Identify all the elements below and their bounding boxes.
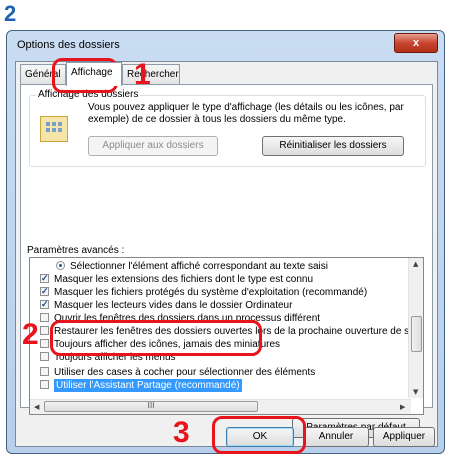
cancel-button[interactable]: Annuler bbox=[303, 427, 369, 447]
view-tab-panel: Affichage des dossiers Vous pouvez appli… bbox=[20, 84, 433, 415]
close-button[interactable]: x bbox=[394, 33, 438, 53]
callout-number-3: 3 bbox=[173, 416, 190, 449]
list-item-label: Sélectionner l'élément affiché correspon… bbox=[70, 261, 328, 272]
list-item-label: Toujours afficher les menus bbox=[54, 352, 176, 363]
step-number: 2 bbox=[4, 1, 17, 26]
folder-views-description: Vous pouvez appliquer le type d'affichag… bbox=[88, 102, 404, 125]
scroll-up-icon[interactable]: ▲ bbox=[413, 260, 418, 268]
scroll-down-icon[interactable]: ▼ bbox=[413, 388, 418, 396]
folder-views-group: Affichage des dossiers Vous pouvez appli… bbox=[29, 89, 426, 167]
checkbox[interactable] bbox=[40, 339, 49, 348]
list-item-label: Masquer les fichiers protégés du système… bbox=[54, 287, 368, 298]
reset-folders-button[interactable]: Réinitialiser les dossiers bbox=[262, 136, 404, 156]
advanced-settings-list[interactable]: Sélectionner l'élément affiché correspon… bbox=[29, 257, 424, 415]
apply-to-folders-button[interactable]: Appliquer aux dossiers bbox=[88, 136, 218, 156]
tab-general[interactable]: Général bbox=[20, 64, 66, 84]
vertical-scrollbar[interactable]: ▲ ▼ bbox=[408, 258, 423, 398]
checkbox[interactable] bbox=[40, 380, 49, 389]
checkbox[interactable] bbox=[40, 326, 49, 335]
radio-button[interactable] bbox=[56, 261, 65, 270]
checkbox-checked[interactable]: ✓ bbox=[40, 274, 49, 283]
callout-number-1: 1 bbox=[134, 58, 151, 91]
scroll-right-icon[interactable]: ▶ bbox=[400, 403, 405, 411]
horizontal-scrollbar[interactable]: ◀ III ▶ bbox=[30, 399, 411, 414]
dialog-title: Options des dossiers bbox=[17, 39, 120, 51]
list-item-label: Restaurer les fenêtres des dossiers ouve… bbox=[54, 326, 415, 337]
checkbox[interactable] bbox=[40, 313, 49, 322]
vertical-scroll-thumb[interactable] bbox=[411, 316, 422, 352]
list-item-label: Ouvrir les fenêtres des dossiers dans un… bbox=[54, 313, 321, 324]
tab-view[interactable]: Affichage bbox=[66, 62, 122, 86]
apply-button[interactable]: Appliquer bbox=[373, 427, 435, 447]
ok-button[interactable]: OK bbox=[226, 427, 294, 447]
advanced-settings-label: Paramètres avancés : bbox=[27, 245, 125, 256]
dialog-client-area: Général Affichage Rechercher Affichage d… bbox=[15, 61, 438, 447]
scroll-left-icon[interactable]: ◀ bbox=[34, 403, 39, 411]
checkbox-checked[interactable]: ✓ bbox=[40, 287, 49, 296]
list-item-label: Toujours afficher des icônes, jamais des… bbox=[54, 339, 281, 350]
list-item-label: Utiliser l'Assistant Partage (recommandé… bbox=[54, 379, 242, 392]
folder-options-dialog: Options des dossiers x Général Affichage… bbox=[6, 30, 445, 454]
checkbox-checked[interactable]: ✓ bbox=[40, 300, 49, 309]
horizontal-scroll-thumb[interactable]: III bbox=[44, 401, 258, 412]
tab-search[interactable]: Rechercher bbox=[122, 64, 180, 84]
list-item-label: Masquer les extensions des fichiers dont… bbox=[54, 274, 314, 285]
list-item-label: Utiliser des cases à cocher pour sélecti… bbox=[54, 367, 316, 378]
checkbox[interactable] bbox=[40, 352, 49, 361]
folder-view-icon bbox=[40, 116, 68, 142]
folder-views-title: Affichage des dossiers bbox=[36, 89, 141, 100]
list-item-label: Masquer les lecteurs vides dans le dossi… bbox=[54, 300, 293, 311]
callout-number-2: 2 bbox=[22, 318, 39, 351]
checkbox[interactable] bbox=[40, 367, 49, 376]
